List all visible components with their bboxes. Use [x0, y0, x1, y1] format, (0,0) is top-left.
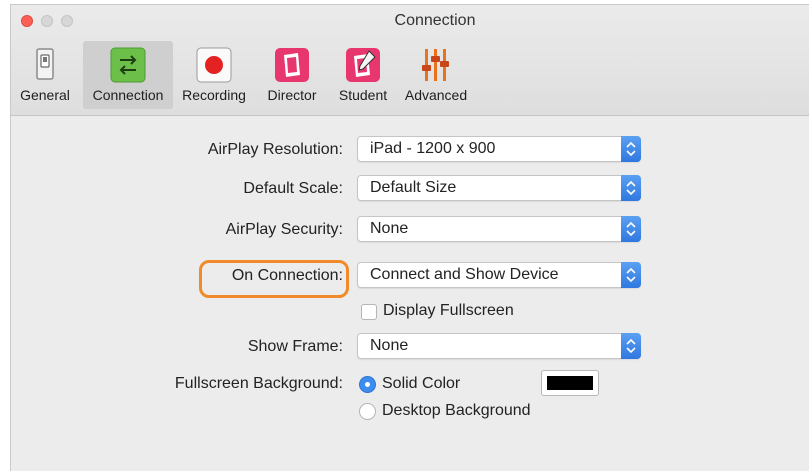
- tab-director[interactable]: Director: [259, 41, 325, 109]
- airplay-resolution-select[interactable]: iPad - 1200 x 900: [357, 136, 641, 162]
- tab-connection-label: Connection: [92, 87, 164, 103]
- tab-recording[interactable]: Recording: [177, 41, 251, 109]
- airplay-security-select[interactable]: None: [357, 216, 641, 242]
- chevron-up-down-icon: [621, 136, 641, 162]
- on-connection-value: Connect and Show Device: [370, 266, 559, 283]
- airplay-security-label: AirPlay Security:: [225, 221, 343, 238]
- desktop-background-label: Desktop Background: [382, 402, 531, 419]
- chevron-up-down-icon: [621, 216, 641, 242]
- chevron-up-down-icon: [621, 262, 641, 288]
- preferences-window: Connection General Connection Recording …: [10, 4, 809, 471]
- display-fullscreen-checkbox[interactable]: [361, 304, 377, 320]
- fullscreen-background-label: Fullscreen Background:: [174, 375, 343, 392]
- tab-director-label: Director: [267, 87, 317, 103]
- default-scale-value: Default Size: [370, 179, 457, 196]
- display-fullscreen-label: Display Fullscreen: [383, 302, 514, 319]
- tab-student[interactable]: Student: [329, 41, 397, 109]
- exchange-arrows-icon: [110, 47, 146, 83]
- tab-recording-label: Recording: [182, 87, 246, 103]
- chevron-up-down-icon: [621, 175, 641, 201]
- default-scale-select[interactable]: Default Size: [357, 175, 641, 201]
- desktop-background-radio[interactable]: [359, 403, 376, 420]
- tab-advanced[interactable]: Advanced: [399, 41, 473, 109]
- toolbar: Connection General Connection Recording …: [11, 5, 809, 116]
- show-frame-label: Show Frame:: [247, 338, 343, 355]
- airplay-resolution-value: iPad - 1200 x 900: [370, 140, 496, 157]
- chevron-up-down-icon: [621, 333, 641, 359]
- background-color-swatch: [547, 376, 593, 390]
- light-switch-icon: [36, 48, 54, 80]
- on-connection-label: On Connection:: [231, 267, 343, 284]
- on-connection-select[interactable]: Connect and Show Device: [357, 262, 641, 288]
- tab-connection[interactable]: Connection: [83, 41, 173, 109]
- background-color-well[interactable]: [541, 370, 599, 396]
- solid-color-radio[interactable]: [359, 376, 376, 393]
- tab-student-label: Student: [338, 87, 388, 103]
- default-scale-label: Default Scale:: [243, 180, 343, 197]
- show-frame-value: None: [370, 337, 409, 354]
- airplay-resolution-label: AirPlay Resolution:: [207, 141, 343, 158]
- airplay-security-value: None: [370, 220, 409, 237]
- solid-color-label: Solid Color: [382, 375, 461, 392]
- student-app-icon: [346, 48, 380, 82]
- tab-general-label: General: [20, 87, 70, 103]
- tab-general[interactable]: General: [13, 41, 77, 109]
- show-frame-select[interactable]: None: [357, 333, 641, 359]
- record-icon: [196, 47, 232, 83]
- tab-advanced-label: Advanced: [404, 87, 468, 103]
- window-title: Connection: [394, 12, 476, 29]
- director-app-icon: [275, 48, 309, 82]
- sliders-icon: [422, 49, 449, 81]
- connection-settings-pane: AirPlay Resolution: iPad - 1200 x 900 De…: [11, 116, 809, 471]
